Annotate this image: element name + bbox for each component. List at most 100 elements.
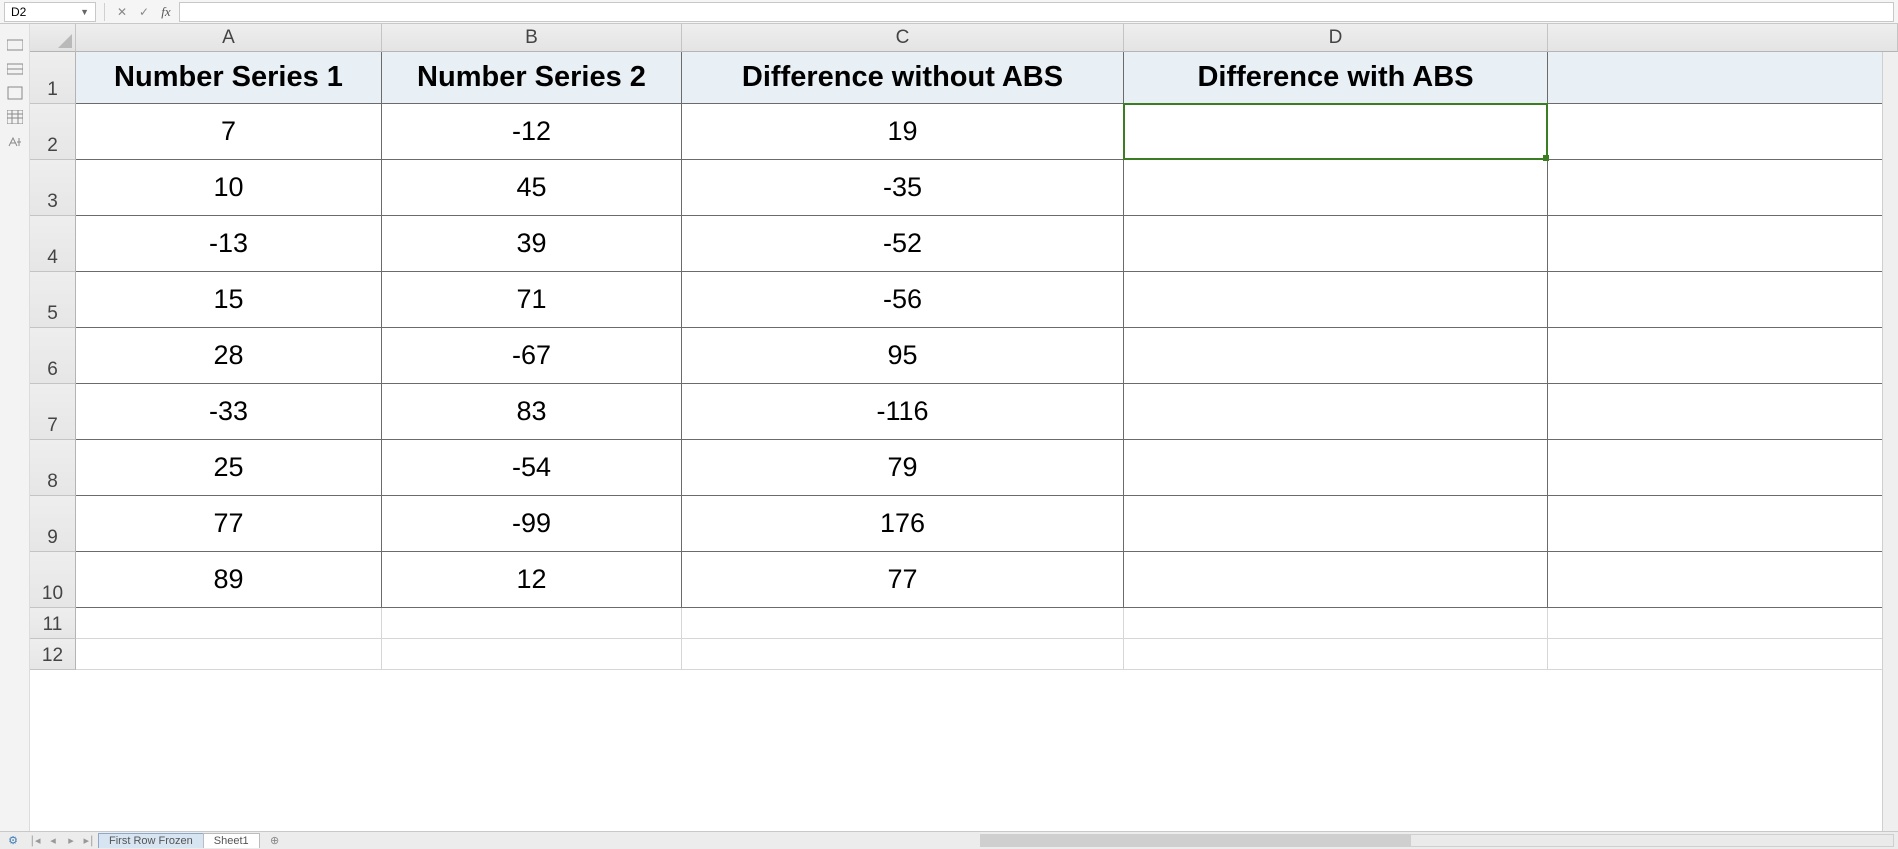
cell-A4[interactable]: -13: [76, 216, 382, 272]
cell-C8[interactable]: 79: [682, 440, 1124, 496]
cell-rest-7: [1548, 384, 1898, 440]
cell-A7[interactable]: -33: [76, 384, 382, 440]
cell-D7[interactable]: [1124, 384, 1548, 440]
accept-icon[interactable]: ✓: [135, 3, 153, 21]
row-header-6[interactable]: 6: [30, 328, 76, 384]
cell-C7[interactable]: -116: [682, 384, 1124, 440]
cell-A12[interactable]: [76, 639, 382, 670]
grid[interactable]: ABCD 1Number Series 1Number Series 2Diff…: [30, 24, 1898, 831]
select-all-corner[interactable]: [30, 24, 76, 52]
cell-B11[interactable]: [382, 608, 682, 639]
cell-C11[interactable]: [682, 608, 1124, 639]
row-header-9[interactable]: 9: [30, 496, 76, 552]
row-header-8[interactable]: 8: [30, 440, 76, 496]
sheet-tab-first-row-frozen[interactable]: First Row Frozen: [98, 833, 204, 848]
cell-A10[interactable]: 89: [76, 552, 382, 608]
sidebar-icon-2[interactable]: [6, 62, 24, 76]
tab-nav-prev-icon[interactable]: ◂: [44, 834, 62, 847]
cell-D11[interactable]: [1124, 608, 1548, 639]
name-box-dropdown-icon[interactable]: ▼: [80, 7, 89, 17]
cell-D8[interactable]: [1124, 440, 1548, 496]
cell-B4[interactable]: 39: [382, 216, 682, 272]
row-header-2[interactable]: 2: [30, 104, 76, 160]
cell-B5[interactable]: 71: [382, 272, 682, 328]
column-header-C[interactable]: C: [682, 24, 1124, 52]
cell-rest-3: [1548, 160, 1898, 216]
cell-C4[interactable]: -52: [682, 216, 1124, 272]
formula-input[interactable]: [179, 2, 1894, 22]
column-header-D[interactable]: D: [1124, 24, 1548, 52]
sidebar-icon-5[interactable]: [6, 134, 24, 148]
sidebar-icon-4[interactable]: [6, 110, 24, 124]
cell-A6[interactable]: 28: [76, 328, 382, 384]
column-header-rest: [1548, 24, 1898, 52]
cell-rest-1: [1548, 52, 1898, 104]
horizontal-scrollbar-thumb[interactable]: [981, 835, 1411, 846]
tab-nav-next-icon[interactable]: ▸: [62, 834, 80, 847]
cell-B12[interactable]: [382, 639, 682, 670]
row-header-1[interactable]: 1: [30, 52, 76, 104]
cell-D1[interactable]: Difference with ABS: [1124, 52, 1548, 104]
cell-A5[interactable]: 15: [76, 272, 382, 328]
cell-A3[interactable]: 10: [76, 160, 382, 216]
spreadsheet: ABCD 1Number Series 1Number Series 2Diff…: [30, 24, 1898, 831]
cell-B7[interactable]: 83: [382, 384, 682, 440]
row-header-4[interactable]: 4: [30, 216, 76, 272]
cell-A11[interactable]: [76, 608, 382, 639]
cell-B10[interactable]: 12: [382, 552, 682, 608]
name-box[interactable]: D2 ▼: [4, 2, 96, 22]
cell-rest-12: [1548, 639, 1898, 670]
cell-B2[interactable]: -12: [382, 104, 682, 160]
cell-D12[interactable]: [1124, 639, 1548, 670]
column-header-A[interactable]: A: [76, 24, 382, 52]
cell-D4[interactable]: [1124, 216, 1548, 272]
cell-B1[interactable]: Number Series 2: [382, 52, 682, 104]
sidebar-icon-1[interactable]: [6, 38, 24, 52]
cell-D6[interactable]: [1124, 328, 1548, 384]
add-sheet-icon[interactable]: ⊕: [265, 834, 285, 847]
settings-gear-icon[interactable]: ⚙: [0, 834, 26, 847]
tab-nav-last-icon[interactable]: ▸∣: [80, 834, 98, 847]
tab-nav-first-icon[interactable]: ∣◂: [26, 834, 44, 847]
row-header-7[interactable]: 7: [30, 384, 76, 440]
column-header-B[interactable]: B: [382, 24, 682, 52]
sheet-tab-sheet1[interactable]: Sheet1: [203, 833, 260, 848]
cell-B6[interactable]: -67: [382, 328, 682, 384]
rows-container: 1Number Series 1Number Series 2Differenc…: [30, 52, 1898, 670]
cell-B8[interactable]: -54: [382, 440, 682, 496]
formula-bar: D2 ▼ ✕ ✓ fx: [0, 0, 1898, 24]
cell-D9[interactable]: [1124, 496, 1548, 552]
cell-C6[interactable]: 95: [682, 328, 1124, 384]
cell-rest-8: [1548, 440, 1898, 496]
cell-A1[interactable]: Number Series 1: [76, 52, 382, 104]
cell-C1[interactable]: Difference without ABS: [682, 52, 1124, 104]
cell-A2[interactable]: 7: [76, 104, 382, 160]
vertical-scrollbar[interactable]: [1882, 52, 1898, 831]
cell-D3[interactable]: [1124, 160, 1548, 216]
horizontal-scrollbar[interactable]: [980, 834, 1894, 847]
name-box-value: D2: [11, 5, 26, 19]
cell-C5[interactable]: -56: [682, 272, 1124, 328]
row-header-10[interactable]: 10: [30, 552, 76, 608]
cell-rest-5: [1548, 272, 1898, 328]
cell-C9[interactable]: 176: [682, 496, 1124, 552]
cancel-icon[interactable]: ✕: [113, 3, 131, 21]
cell-D2[interactable]: [1124, 104, 1548, 160]
sidebar-icon-3[interactable]: [6, 86, 24, 100]
cell-B3[interactable]: 45: [382, 160, 682, 216]
row-header-11[interactable]: 11: [30, 608, 76, 639]
row-header-3[interactable]: 3: [30, 160, 76, 216]
cell-B9[interactable]: -99: [382, 496, 682, 552]
row-header-5[interactable]: 5: [30, 272, 76, 328]
cell-C10[interactable]: 77: [682, 552, 1124, 608]
cell-D5[interactable]: [1124, 272, 1548, 328]
cell-rest-9: [1548, 496, 1898, 552]
cell-A9[interactable]: 77: [76, 496, 382, 552]
cell-D10[interactable]: [1124, 552, 1548, 608]
row-header-12[interactable]: 12: [30, 639, 76, 670]
cell-C12[interactable]: [682, 639, 1124, 670]
cell-C3[interactable]: -35: [682, 160, 1124, 216]
cell-C2[interactable]: 19: [682, 104, 1124, 160]
fx-icon[interactable]: fx: [157, 3, 175, 21]
cell-A8[interactable]: 25: [76, 440, 382, 496]
